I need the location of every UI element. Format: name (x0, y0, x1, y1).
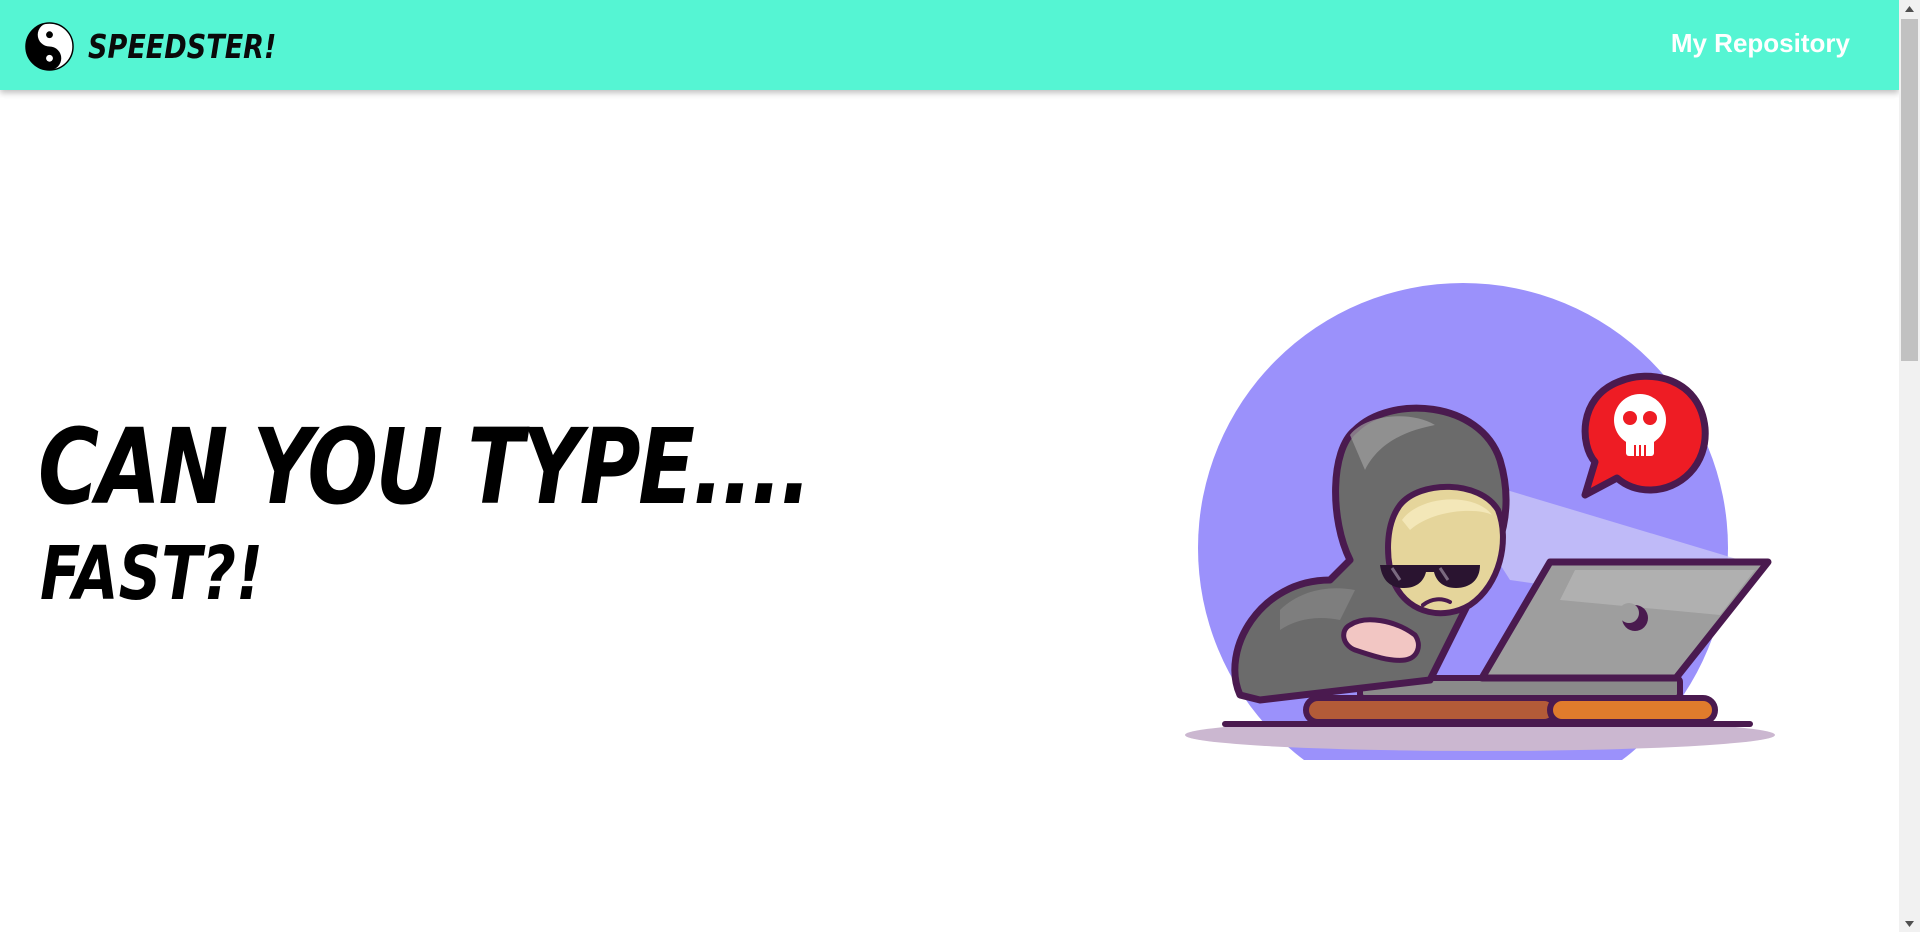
top-navbar: SPEEDSTER! My Repository (0, 0, 1899, 90)
brand-logo-link[interactable]: SPEEDSTER! (25, 20, 318, 72)
desk-bar-left (1303, 695, 1559, 725)
hero-title: CAN YOU TYPE.... (38, 406, 812, 528)
scroll-up-arrow-icon[interactable] (1899, 0, 1920, 17)
yin-yang-icon (25, 21, 74, 71)
page: SPEEDSTER! My Repository CAN YOU TYPE...… (0, 0, 1920, 932)
scroll-down-arrow-icon[interactable] (1899, 915, 1920, 932)
my-repository-link[interactable]: My Repository (1671, 28, 1850, 59)
scrollbar-thumb[interactable] (1901, 19, 1918, 361)
hacker-illustration (1185, 283, 1775, 760)
desk-bar-right (1547, 695, 1718, 725)
brand-name: SPEEDSTER! (88, 26, 277, 66)
hero-subtitle: FAST?! (40, 531, 263, 617)
vertical-scrollbar[interactable] (1899, 0, 1920, 932)
